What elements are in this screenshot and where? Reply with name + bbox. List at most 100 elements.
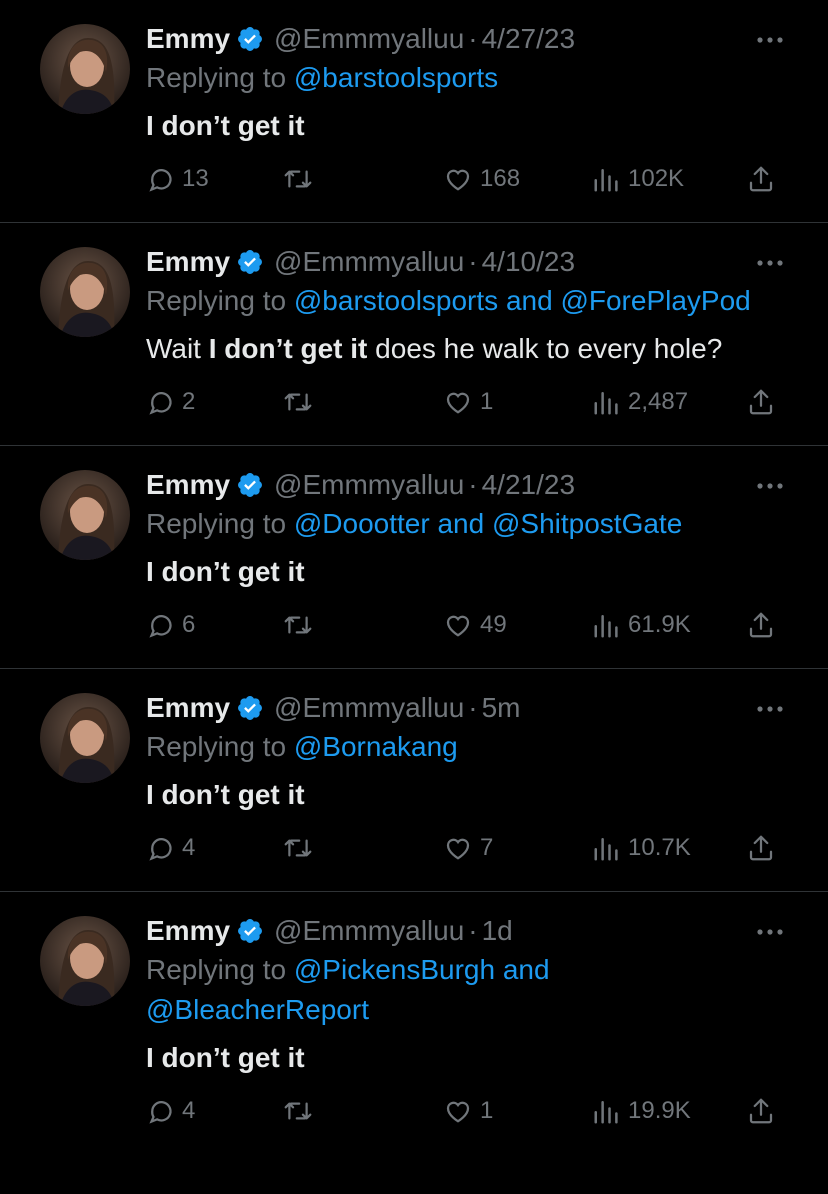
display-name[interactable]: Emmy	[146, 23, 230, 55]
tweet-content: Emmy @Emmmyalluu · 4/21/23 Replying to @…	[146, 466, 788, 645]
mention-link[interactable]: @Bornakang	[294, 731, 458, 762]
like-count: 7	[480, 834, 494, 861]
separator-dot: ·	[468, 915, 478, 946]
share-button[interactable]	[746, 828, 776, 868]
like-button[interactable]: 1	[442, 382, 493, 422]
replying-to: Replying to @barstoolsports	[146, 58, 788, 98]
retweet-button[interactable]	[282, 828, 314, 868]
handle[interactable]: @Emmmyalluu	[274, 23, 464, 55]
like-button[interactable]: 7	[442, 828, 493, 868]
reply-count: 6	[182, 611, 196, 638]
heart-icon	[446, 615, 470, 637]
retweet-button[interactable]	[282, 382, 314, 422]
views-count: 61.9K	[628, 611, 691, 638]
reply-button[interactable]: 4	[146, 1091, 195, 1131]
reply-button[interactable]: 2	[146, 382, 195, 422]
separator-dot: ·	[468, 692, 478, 723]
like-button[interactable]: 49	[442, 605, 507, 645]
tweet[interactable]: Emmy @Emmmyalluu · 4/10/23 Replying to @…	[0, 223, 828, 446]
share-upload-icon	[749, 835, 773, 861]
display-name[interactable]: Emmy	[146, 246, 230, 278]
timestamp[interactable]: 5m	[482, 692, 521, 724]
heart-icon	[446, 169, 470, 191]
timestamp[interactable]: 4/27/23	[482, 23, 575, 55]
heart-icon	[446, 1101, 470, 1123]
mention-link[interactable]: @barstoolsports	[294, 285, 498, 316]
tweet-text-bold: I don’t get it	[208, 333, 368, 364]
tweet-actions: 4 7 10.7K	[146, 828, 788, 868]
mention-link[interactable]: @Doootter	[294, 508, 430, 539]
retweet-button[interactable]	[282, 605, 314, 645]
retweet-icon	[284, 1102, 312, 1120]
like-button[interactable]: 168	[442, 159, 520, 199]
handle[interactable]: @Emmmyalluu	[274, 915, 464, 947]
share-button[interactable]	[746, 382, 776, 422]
more-horizontal-icon[interactable]	[752, 28, 788, 52]
more-horizontal-icon[interactable]	[752, 920, 788, 944]
like-button[interactable]: 1	[442, 1091, 493, 1131]
views-button[interactable]: 61.9K	[592, 605, 691, 645]
tweet-actions: 2 1 2,487	[146, 382, 788, 422]
tweet-text: I don’t get it	[146, 776, 788, 814]
tweet[interactable]: Emmy @Emmmyalluu · 4/27/23 Replying to @…	[0, 0, 828, 223]
avatar[interactable]	[40, 470, 130, 560]
separator-dot: ·	[468, 469, 478, 500]
avatar[interactable]	[40, 247, 130, 337]
tweet-text: I don’t get it	[146, 1039, 788, 1077]
more-horizontal-icon[interactable]	[752, 697, 788, 721]
reply-count: 2	[182, 388, 196, 415]
display-name[interactable]: Emmy	[146, 915, 230, 947]
display-name[interactable]: Emmy	[146, 469, 230, 501]
views-button[interactable]: 102K	[592, 159, 684, 199]
share-button[interactable]	[746, 159, 776, 199]
timestamp[interactable]: 4/10/23	[482, 246, 575, 278]
mention-link[interactable]: @ShitpostGate	[492, 508, 682, 539]
reply-button[interactable]: 6	[146, 605, 195, 645]
like-count: 49	[480, 611, 507, 638]
tweet-header: Emmy @Emmmyalluu · 5m	[146, 689, 788, 727]
replying-to: Replying to @Bornakang	[146, 727, 788, 767]
retweet-button[interactable]	[282, 1091, 314, 1131]
mention-link[interactable]: @BleacherReport	[146, 994, 369, 1025]
tweet[interactable]: Emmy @Emmmyalluu · 5m Replying to @Borna…	[0, 669, 828, 892]
views-button[interactable]: 19.9K	[592, 1091, 691, 1131]
verified-badge-icon	[236, 25, 264, 53]
timestamp[interactable]: 4/21/23	[482, 469, 575, 501]
share-button[interactable]	[746, 1091, 776, 1131]
handle[interactable]: @Emmmyalluu	[274, 246, 464, 278]
timestamp[interactable]: 1d	[482, 915, 513, 947]
views-bars-icon	[594, 838, 618, 861]
like-count: 168	[480, 165, 521, 192]
views-button[interactable]: 2,487	[592, 382, 688, 422]
more-horizontal-icon[interactable]	[752, 474, 788, 498]
views-count: 10.7K	[628, 834, 691, 861]
display-name[interactable]: Emmy	[146, 692, 230, 724]
like-count: 1	[480, 388, 494, 415]
retweet-button[interactable]	[282, 159, 314, 199]
reply-button[interactable]: 13	[146, 159, 209, 199]
more-horizontal-icon[interactable]	[752, 251, 788, 275]
share-upload-icon	[749, 389, 773, 415]
tweet-text: I don’t get it	[146, 553, 788, 591]
views-count: 2,487	[628, 388, 689, 415]
avatar[interactable]	[40, 693, 130, 783]
mention-link[interactable]: @barstoolsports	[294, 62, 498, 93]
tweet-header: Emmy @Emmmyalluu · 4/27/23	[146, 20, 788, 58]
mention-link[interactable]: @PickensBurgh	[294, 954, 495, 985]
handle[interactable]: @Emmmyalluu	[274, 469, 464, 501]
mention-link[interactable]: @ForePlayPod	[560, 285, 750, 316]
tweet[interactable]: Emmy @Emmmyalluu · 1d Replying to @Picke…	[0, 892, 828, 1194]
share-button[interactable]	[746, 605, 776, 645]
tweet[interactable]: Emmy @Emmmyalluu · 4/21/23 Replying to @…	[0, 446, 828, 669]
retweet-icon	[284, 170, 312, 188]
share-upload-icon	[749, 612, 773, 638]
tweet-content: Emmy @Emmmyalluu · 4/27/23 Replying to @…	[146, 20, 788, 199]
avatar[interactable]	[40, 24, 130, 114]
separator-dot: ·	[468, 246, 478, 277]
handle[interactable]: @Emmmyalluu	[274, 692, 464, 724]
views-button[interactable]: 10.7K	[592, 828, 691, 868]
tweet-actions: 6 49 61.9K	[146, 605, 788, 645]
avatar[interactable]	[40, 916, 130, 1006]
reply-button[interactable]: 4	[146, 828, 195, 868]
like-count: 1	[480, 1097, 494, 1124]
